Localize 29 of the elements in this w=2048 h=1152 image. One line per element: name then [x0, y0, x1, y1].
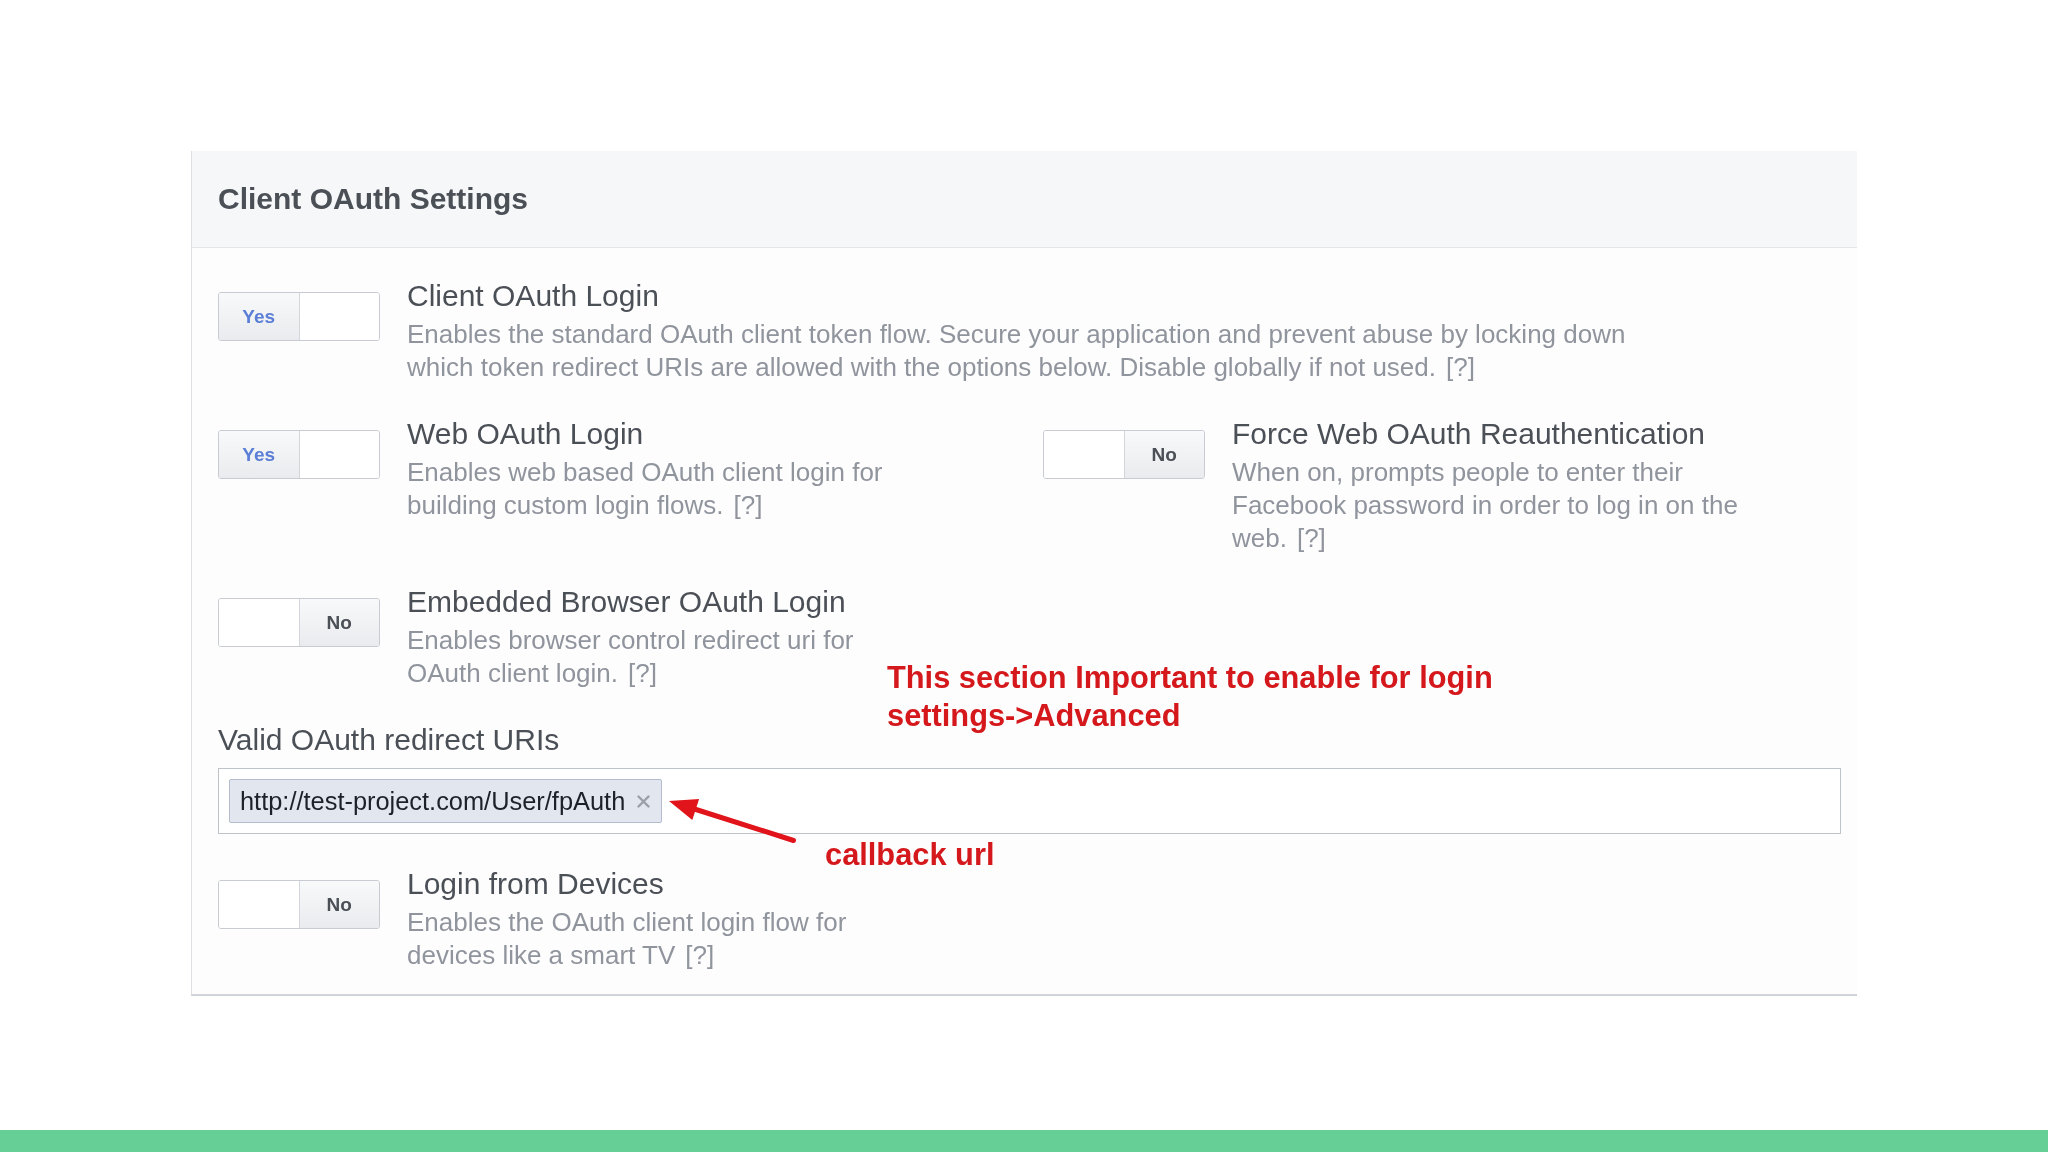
- setting-title: Client OAuth Login: [407, 278, 660, 314]
- setting-description: Enables browser control redirect uri for OAuth client login. [?]: [407, 624, 855, 690]
- setting-title: Web OAuth Login: [407, 416, 645, 452]
- setting-title: Force Web OAuth Reauthentication: [1232, 416, 1707, 452]
- close-icon[interactable]: [637, 794, 651, 808]
- setting-description: Enables the OAuth client login flow for devices like a smart TV [?]: [407, 906, 848, 972]
- card-title: Client OAuth Settings: [218, 181, 528, 217]
- annotation-text: callback url: [825, 836, 995, 874]
- field-label: Valid OAuth redirect URIs: [218, 722, 560, 758]
- toggle-switch[interactable]: No: [1043, 430, 1205, 479]
- help-link[interactable]: [?]: [628, 658, 657, 688]
- toggle-switch[interactable]: Yes: [218, 430, 380, 479]
- help-link[interactable]: [?]: [733, 490, 763, 520]
- setting-description: Enables web based OAuth client login for building custom login flows. [?]: [407, 456, 884, 522]
- toggle-switch[interactable]: Yes: [218, 292, 380, 341]
- help-link[interactable]: [?]: [1446, 352, 1475, 382]
- arrow-icon: [667, 797, 798, 844]
- setting-description: Enables the standard OAuth client token flow. Secure your application and prevent abuse by locking down which token redirect URIs are allowed with the options below. Disable globally if not used. [?]: [407, 318, 1627, 384]
- setting-description: When on, prompts people to enter their Facebook password in order to log in on the web. [?]: [1232, 456, 1739, 555]
- setting-title: Embedded Browser OAuth Login: [407, 584, 847, 620]
- tag-text: http://test-project.com/User/fpAuth: [240, 786, 626, 816]
- help-link[interactable]: [?]: [1296, 523, 1326, 553]
- toggle-switch[interactable]: No: [218, 880, 380, 929]
- help-link[interactable]: [?]: [685, 940, 715, 970]
- setting-title: Login from Devices: [407, 866, 665, 902]
- toggle-switch[interactable]: No: [218, 598, 380, 647]
- redirect-uri-field[interactable]: http://test-project.com/User/fpAuth: [218, 768, 1841, 834]
- annotation-text: This section Important to enable for login settings->Advanced: [887, 659, 1494, 735]
- url-tag[interactable]: http://test-project.com/User/fpAuth: [229, 779, 663, 823]
